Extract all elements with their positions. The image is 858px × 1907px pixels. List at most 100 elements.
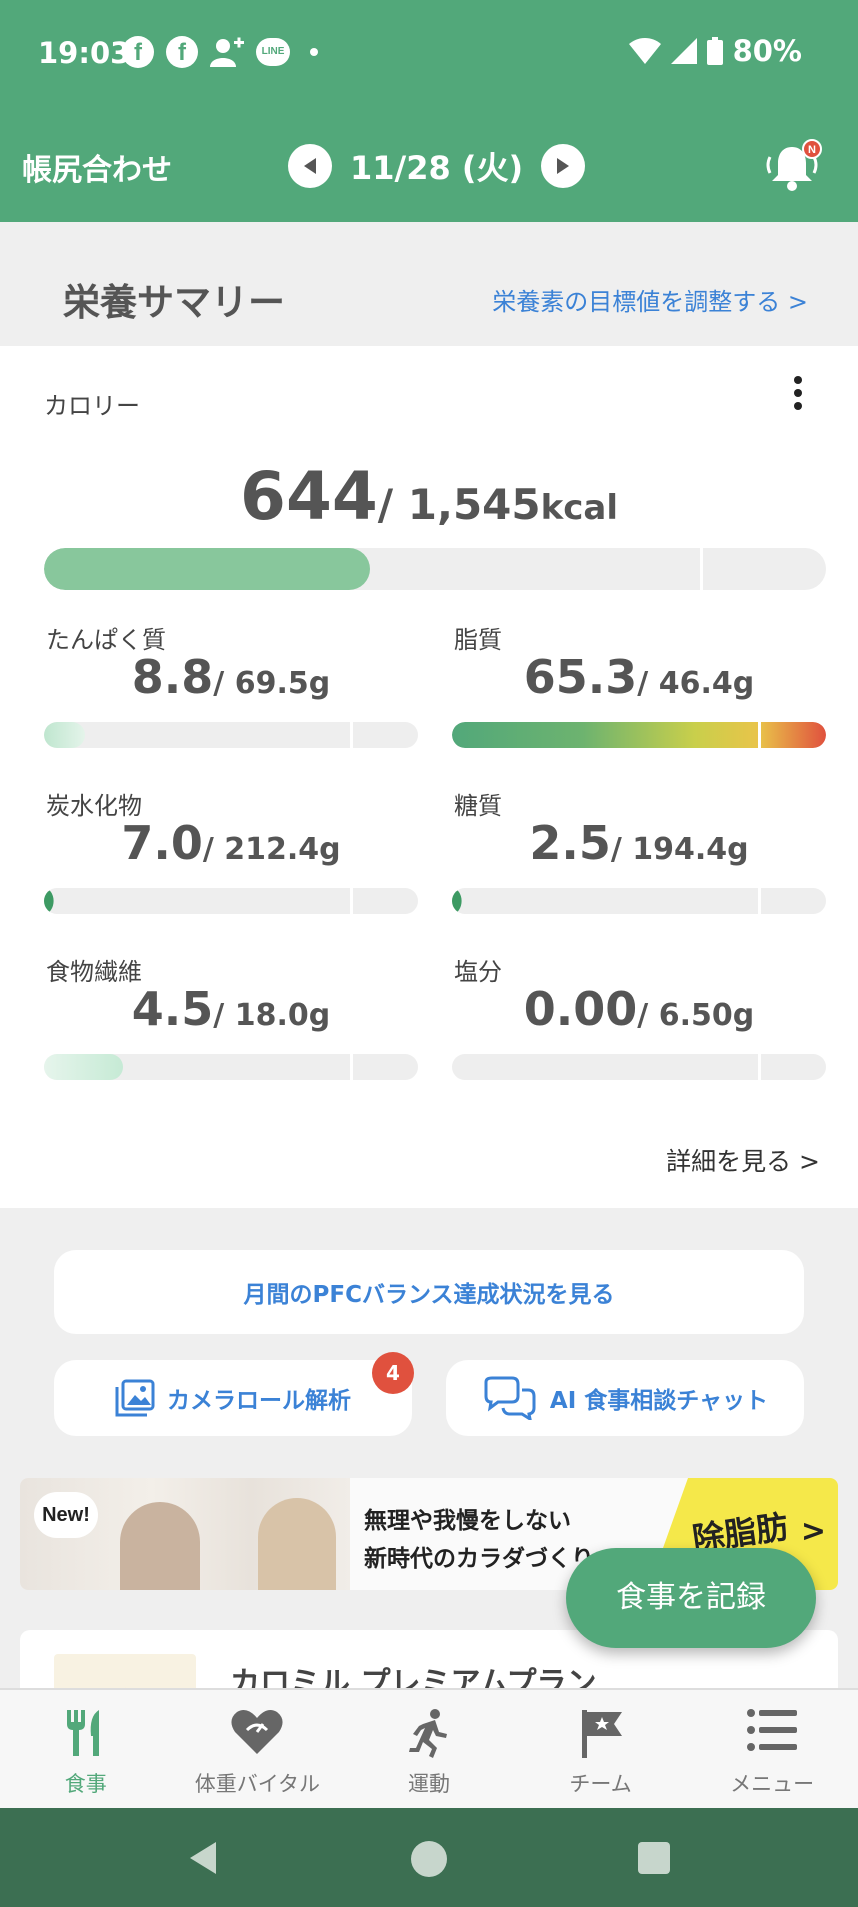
facebook-icon: f [122,36,154,68]
camera-roll-label: カメラロール解析 [167,1388,351,1414]
nutrient-fiber: 食物繊維 4.5/ 18.0g [44,952,418,1102]
calorie-target-marker [700,548,703,590]
pfc-balance-label: 月間のPFCバランス達成状況を見る [243,1282,615,1308]
image-gallery-icon [115,1379,155,1417]
chevron-right-icon: > [800,1514,826,1549]
heart-gauge-icon [231,1710,283,1754]
nutrient-carbs: 炭水化物 7.0/ 212.4g [44,786,418,936]
nutrition-summary-header: 栄養サマリー 栄養素の目標値を調整する > [0,222,858,346]
facebook-icon: f [166,36,198,68]
banner-text: 無理や我慢をしない 新時代のカラダづくり [364,1502,594,1578]
signal-icon [670,38,697,64]
nav-label: メニュー [730,1772,815,1796]
ai-chat-label: AI 食事相談チャット [549,1388,769,1414]
triangle-left-icon [304,158,316,174]
more-options-button[interactable] [788,372,808,416]
nutrient-progress-bar [44,1054,418,1080]
calorie-value: 644/ 1,545kcal [0,458,858,535]
nutrient-fat: 脂質 65.3/ 46.4g [452,620,826,770]
chat-bubbles-icon [484,1376,536,1420]
nutrient-target-marker [350,888,353,914]
home-icon[interactable] [410,1840,448,1878]
section-title: 栄養サマリー [63,281,285,324]
nutrient-value: 8.8/ 69.5g [131,650,331,704]
nutrient-value: 65.3/ 46.4g [523,650,755,704]
calorie-intake: 644 [240,458,378,535]
calorie-label: カロリー [44,392,140,420]
app-header: 帳尻合わせ 11/28 (火) N [0,105,858,222]
nutrient-sugar: 糖質 2.5/ 194.4g [452,786,826,936]
nav-item-exercise[interactable]: 運動 [343,1690,515,1808]
wifi-icon [628,38,661,64]
calorie-unit: kcal [540,488,618,528]
nav-item-team[interactable]: チーム [515,1690,687,1808]
nutrient-value: 7.0/ 212.4g [121,816,341,870]
notification-icons: f f LINE [122,36,318,68]
notification-button[interactable]: N [762,139,822,193]
new-badge: New! [34,1492,98,1538]
header-title[interactable]: 帳尻合わせ [22,145,172,189]
pfc-balance-button[interactable]: 月間のPFCバランス達成状況を見る [54,1250,804,1334]
person-add-icon [210,37,244,67]
nutrient-progress-fill [452,722,826,748]
nutrient-target-marker [350,722,353,748]
nutrient-progress-fill [452,888,462,914]
nav-label: 食事 [64,1772,107,1796]
nutrient-progress-fill [44,888,54,914]
nutrient-progress-fill [44,722,86,748]
nutrient-value: 4.5/ 18.0g [131,982,331,1036]
date-navigator: 11/28 (火) [288,143,586,189]
nutrient-salt: 塩分 0.00/ 6.50g [452,952,826,1102]
view-details-link[interactable]: 詳細を見る > [666,1142,820,1178]
person-silhouette [258,1498,336,1590]
person-silhouette [120,1502,200,1590]
more-notifications-dot [310,48,318,56]
status-time: 19:03 [38,36,131,70]
nav-item-menu[interactable]: メニュー [686,1690,858,1808]
flag-icon [581,1710,622,1758]
nav-label: チーム [569,1772,632,1796]
nutrient-value: 0.00/ 6.50g [523,982,755,1036]
line-app-icon: LINE [256,38,290,66]
nutrient-target-marker [758,1054,761,1080]
nav-label: 運動 [407,1772,450,1796]
list-icon [747,1709,798,1751]
bell-icon: N [766,139,822,191]
recents-icon[interactable] [638,1842,670,1874]
running-icon [408,1709,447,1758]
banner-line-2: 新時代のカラダづくり [364,1546,594,1572]
fork-knife-icon [66,1710,99,1756]
camera-roll-analysis-button[interactable]: カメラロール解析 4 [54,1352,414,1436]
nutrient-protein: たんぱく質 8.8/ 69.5g [44,620,418,770]
banner-line-1: 無理や我慢をしない [364,1508,571,1534]
nav-item-meals[interactable]: 食事 [0,1690,172,1808]
calorie-progress-fill [44,548,371,590]
battery-icon [706,37,723,65]
back-icon[interactable] [186,1840,220,1876]
nutrient-progress-bar [452,1054,826,1080]
battery-percent: 80% [732,34,802,68]
system-navigation-bar [0,1808,858,1907]
status-bar: 19:03 f f LINE 80% [0,0,858,105]
adjust-targets-link[interactable]: 栄養素の目標値を調整する > [492,282,808,317]
nav-item-weight-vitals[interactable]: 体重バイタル [172,1690,344,1808]
triangle-right-icon [557,158,570,174]
bottom-navigation: 食事 体重バイタル 運動 チーム メニュー [0,1688,858,1808]
calorie-target: / 1,545 [377,480,541,529]
camera-roll-count-badge: 4 [372,1352,414,1394]
ai-meal-chat-button[interactable]: AI 食事相談チャット [446,1360,804,1436]
record-meal-button[interactable]: 食事を記録 [566,1548,816,1648]
nutrient-value: 2.5/ 194.4g [529,816,749,870]
nav-label: 体重バイタル [194,1772,320,1796]
nutrient-progress-bar [452,722,826,748]
calorie-progress-bar [44,548,826,590]
nutrient-progress-bar [452,888,826,914]
next-day-button[interactable] [541,144,586,188]
nutrition-card: カロリー 644/ 1,545kcal たんぱく質 8.8/ 69.5g 脂質 … [0,346,858,1208]
nutrient-progress-bar [44,722,418,748]
nutrient-target-marker [758,888,761,914]
notification-badge: N [808,144,816,156]
previous-day-button[interactable] [288,144,332,188]
current-date[interactable]: 11/28 (火) [350,143,523,189]
nutrient-progress-fill [44,1054,123,1080]
